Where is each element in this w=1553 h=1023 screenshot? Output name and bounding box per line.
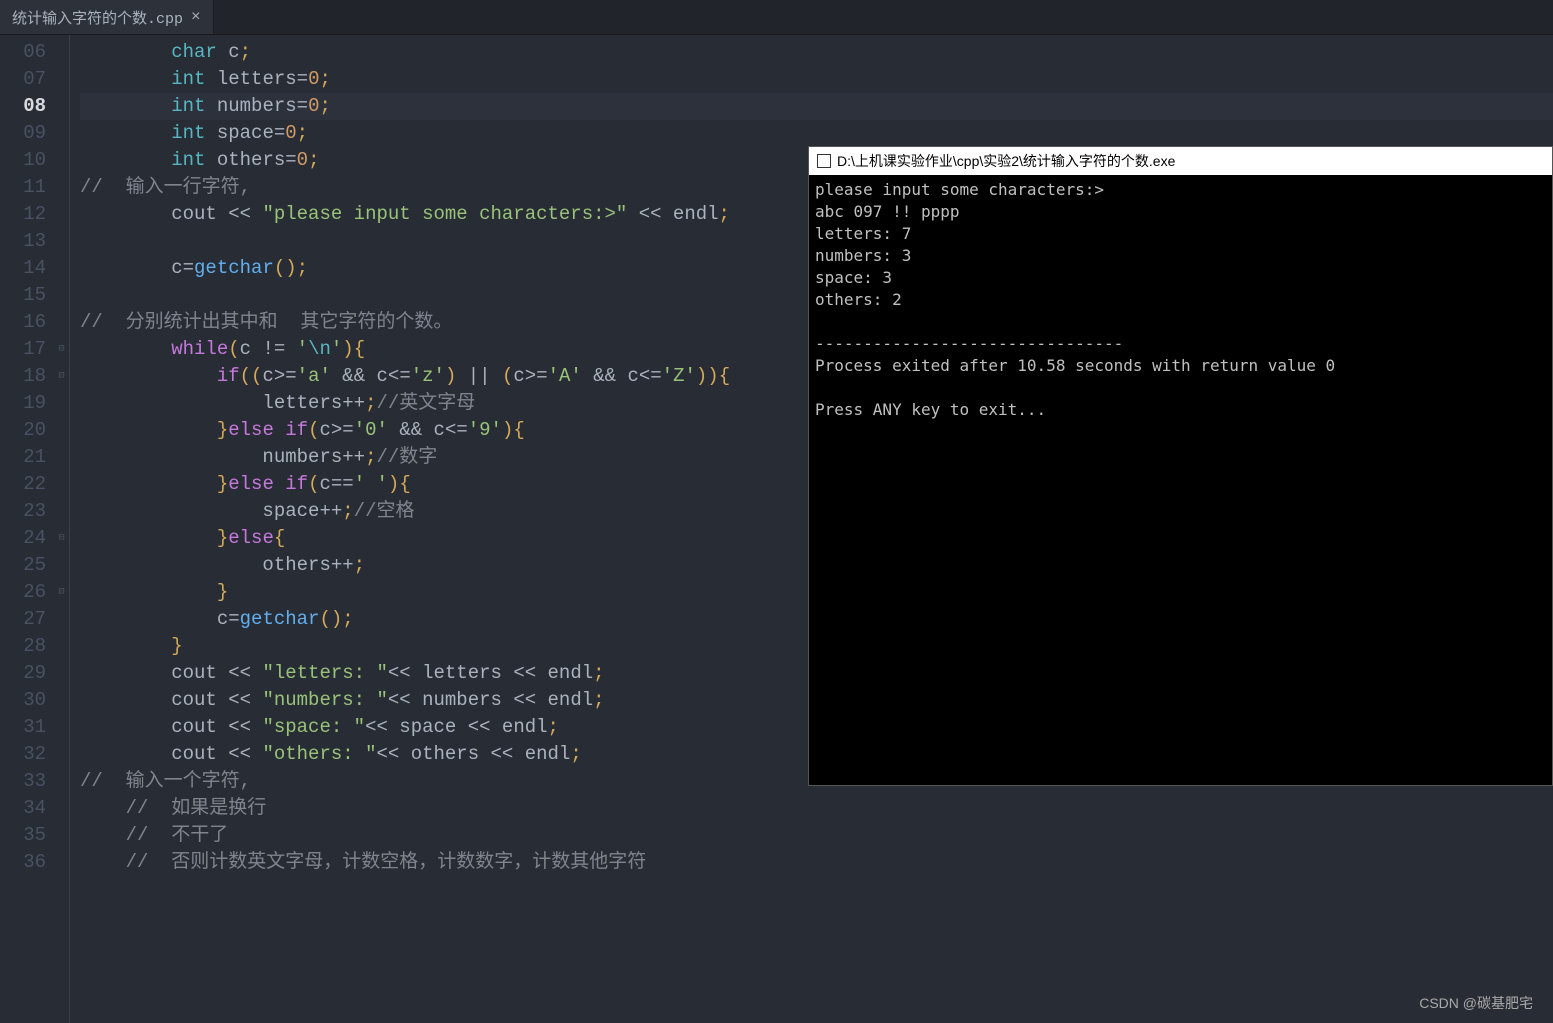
line-number: 28 [4,633,46,660]
fold-column: ⊟⊟⊟⊟ [54,35,70,1023]
line-number: 08 [4,93,46,120]
code-line[interactable]: int numbers=0; [80,93,1553,120]
line-number: 14 [4,255,46,282]
line-number: 23 [4,498,46,525]
line-number: 26 [4,579,46,606]
fold-spacer [54,444,69,471]
fold-spacer [54,849,69,876]
line-number: 31 [4,714,46,741]
fold-toggle-icon[interactable]: ⊟ [54,363,69,390]
fold-spacer [54,39,69,66]
line-number: 29 [4,660,46,687]
fold-spacer [54,633,69,660]
line-number: 06 [4,39,46,66]
line-number: 09 [4,120,46,147]
fold-spacer [54,66,69,93]
fold-spacer [54,93,69,120]
fold-spacer [54,606,69,633]
fold-spacer [54,822,69,849]
line-number: 25 [4,552,46,579]
fold-spacer [54,201,69,228]
line-number: 16 [4,309,46,336]
line-number: 07 [4,66,46,93]
line-number: 13 [4,228,46,255]
fold-spacer [54,309,69,336]
line-number: 24 [4,525,46,552]
fold-spacer [54,471,69,498]
fold-spacer [54,498,69,525]
fold-spacer [54,660,69,687]
fold-spacer [54,228,69,255]
line-number: 15 [4,282,46,309]
line-number: 19 [4,390,46,417]
fold-spacer [54,255,69,282]
fold-spacer [54,282,69,309]
line-number: 22 [4,471,46,498]
line-number: 18 [4,363,46,390]
line-number: 11 [4,174,46,201]
fold-spacer [54,552,69,579]
line-number-gutter: 0607080910111213141516171819202122232425… [0,35,54,1023]
fold-spacer [54,768,69,795]
line-number: 35 [4,822,46,849]
fold-toggle-icon[interactable]: ⊟ [54,336,69,363]
line-number: 30 [4,687,46,714]
tab-filename: 统计输入字符的个数.cpp [12,7,183,28]
line-number: 17 [4,336,46,363]
close-icon[interactable]: × [191,9,201,25]
fold-spacer [54,687,69,714]
line-number: 21 [4,444,46,471]
fold-spacer [54,174,69,201]
code-line[interactable]: // 如果是换行 [80,795,1553,822]
fold-spacer [54,120,69,147]
line-number: 33 [4,768,46,795]
code-line[interactable]: int letters=0; [80,66,1553,93]
line-number: 12 [4,201,46,228]
fold-spacer [54,741,69,768]
code-line[interactable]: // 不干了 [80,822,1553,849]
line-number: 34 [4,795,46,822]
tab-bar: 统计输入字符的个数.cpp × [0,0,1553,35]
line-number: 10 [4,147,46,174]
line-number: 20 [4,417,46,444]
console-icon [817,154,831,168]
line-number: 27 [4,606,46,633]
code-line[interactable]: // 否则计数英文字母，计数空格，计数数字，计数其他字符 [80,849,1553,876]
line-number: 32 [4,741,46,768]
code-line[interactable]: char c; [80,39,1553,66]
fold-spacer [54,390,69,417]
fold-spacer [54,714,69,741]
fold-toggle-icon[interactable]: ⊟ [54,579,69,606]
fold-spacer [54,147,69,174]
fold-spacer [54,795,69,822]
line-number: 36 [4,849,46,876]
file-tab[interactable]: 统计输入字符的个数.cpp × [0,0,214,34]
fold-spacer [54,417,69,444]
watermark: CSDN @碳基肥宅 [1419,993,1533,1013]
console-output[interactable]: please input some characters:> abc 097 !… [809,175,1552,785]
console-window[interactable]: D:\上机课实验作业\cpp\实验2\统计输入字符的个数.exe please … [808,146,1553,786]
fold-toggle-icon[interactable]: ⊟ [54,525,69,552]
console-titlebar[interactable]: D:\上机课实验作业\cpp\实验2\统计输入字符的个数.exe [809,147,1552,175]
console-title: D:\上机课实验作业\cpp\实验2\统计输入字符的个数.exe [837,151,1175,171]
code-line[interactable]: int space=0; [80,120,1553,147]
